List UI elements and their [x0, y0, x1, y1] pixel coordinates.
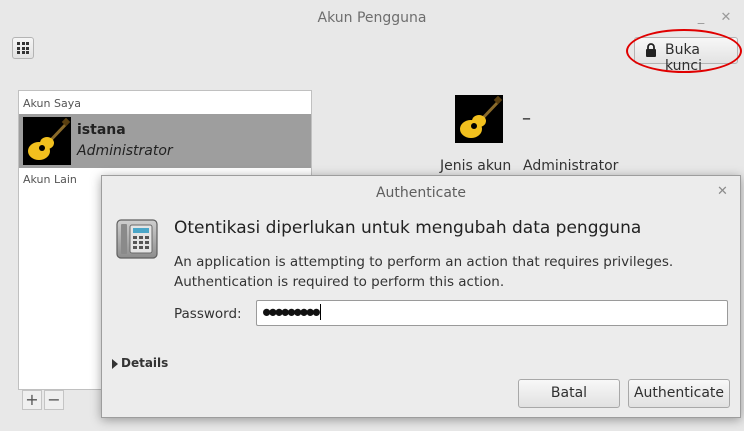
- full-name-value: –: [522, 108, 531, 129]
- my-account-header: Akun Saya: [23, 97, 81, 110]
- expander-arrow-icon: [112, 358, 118, 369]
- guitar-icon: [23, 117, 71, 165]
- details-expander[interactable]: Details: [112, 356, 168, 370]
- window-title: Akun Pengguna: [317, 10, 427, 26]
- keypad-lock-icon: [116, 218, 158, 260]
- password-field[interactable]: ●●●●●●●●●: [256, 300, 728, 326]
- remove-user-button[interactable]: −: [44, 390, 64, 410]
- authenticate-button[interactable]: Authenticate: [628, 379, 730, 408]
- text-caret: [320, 304, 322, 320]
- user-role: Administrator: [77, 143, 173, 159]
- dialog-message-line1: An application is attempting to perform …: [174, 254, 674, 270]
- account-type-value: Administrator: [523, 158, 619, 174]
- lock-icon: [645, 43, 657, 62]
- other-accounts-header: Akun Lain: [23, 173, 77, 186]
- grid-menu-icon: [17, 42, 29, 54]
- account-type-label: Jenis akun: [440, 158, 512, 174]
- close-icon[interactable]: ✕: [718, 10, 734, 26]
- dialog-title: Authenticate: [375, 185, 467, 201]
- password-mask: ●●●●●●●●●: [263, 304, 320, 319]
- list-buttons: + −: [22, 390, 66, 410]
- guitar-icon[interactable]: [455, 95, 503, 143]
- cancel-button[interactable]: Batal: [518, 379, 620, 408]
- dialog-heading: Otentikasi diperlukan untuk mengubah dat…: [174, 218, 642, 238]
- add-user-button[interactable]: +: [22, 390, 42, 410]
- user-name: istana: [77, 122, 126, 138]
- menu-button[interactable]: [12, 37, 34, 59]
- authenticate-dialog: Authenticate ✕ Otentikasi diperlukan unt…: [101, 175, 741, 418]
- dialog-message: An application is attempting to perform …: [174, 252, 714, 292]
- password-label: Password:: [174, 306, 242, 322]
- user-row-istana[interactable]: istana Administrator: [19, 114, 311, 168]
- dialog-message-line2: Authentication is required to perform th…: [174, 274, 505, 290]
- details-label: Details: [121, 356, 169, 370]
- unlock-button-label: Buka kunci: [665, 42, 703, 74]
- unlock-button[interactable]: Buka kunci: [634, 37, 738, 74]
- user-accounts-window: Akun Pengguna _ ✕ Buka kunci Akun Saya i…: [0, 0, 744, 431]
- minimize-icon[interactable]: _: [693, 10, 709, 26]
- close-icon[interactable]: ✕: [717, 184, 728, 199]
